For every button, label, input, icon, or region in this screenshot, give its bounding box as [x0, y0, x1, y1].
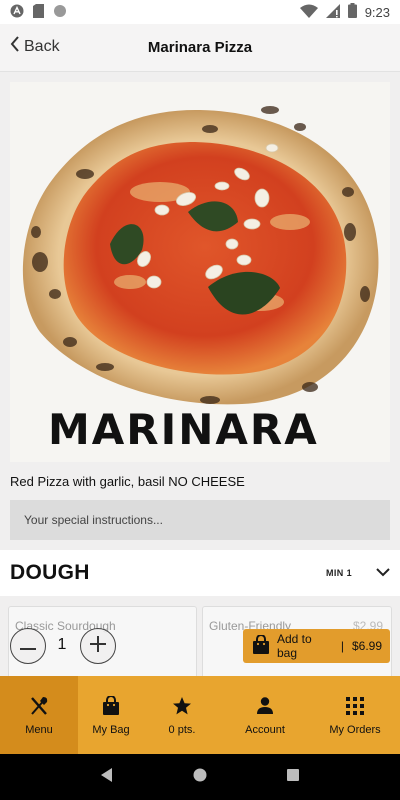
add-to-bag-label: Add to bag: [277, 632, 312, 660]
status-right: 9:23: [299, 3, 390, 21]
minus-icon: [20, 637, 36, 655]
back-label: Back: [24, 37, 60, 55]
min-selection-label: MIN 1: [325, 568, 352, 578]
person-icon: [254, 695, 276, 717]
chevron-left-icon: [10, 36, 20, 57]
fork-knife-icon: [28, 695, 50, 717]
dough-section-header[interactable]: DOUGH MIN 1: [0, 550, 400, 596]
wifi-icon: [299, 4, 318, 21]
system-recents-button[interactable]: [283, 767, 303, 787]
status-time: 9:23: [364, 4, 390, 20]
nav-item-points[interactable]: 0 pts.: [144, 676, 220, 754]
battery-icon: [347, 3, 357, 21]
nav-item-menu[interactable]: Menu: [0, 676, 78, 754]
section-title: DOUGH: [10, 561, 90, 584]
status-bar: 9:23: [0, 0, 400, 24]
special-instructions-input[interactable]: [10, 500, 390, 540]
plus-icon: [90, 635, 106, 657]
page-title: Marinara Pizza: [147, 39, 253, 56]
bag-icon: [251, 633, 271, 658]
chevron-down-icon[interactable]: [376, 564, 390, 582]
system-nav-bar: [0, 754, 400, 800]
triangle-back-icon: [100, 767, 113, 787]
add-to-bag-price: $6.99: [351, 639, 382, 653]
decrease-quantity-button[interactable]: [10, 628, 46, 664]
add-to-bag-button[interactable]: Add to bag | $6.99: [243, 629, 390, 663]
nav-item-my-orders[interactable]: My Orders: [310, 676, 400, 754]
nav-label: My Bag: [92, 723, 130, 736]
add-to-bag-separator: |: [340, 639, 344, 653]
product-image: MARINARA: [10, 82, 390, 462]
nav-item-account[interactable]: Account: [220, 676, 310, 754]
star-icon: [171, 695, 193, 717]
status-left: [10, 3, 67, 21]
app-header: Back Marinara Pizza: [0, 24, 400, 72]
nav-label: Account: [245, 723, 285, 736]
system-back-button[interactable]: [97, 767, 117, 787]
increase-quantity-button[interactable]: [80, 628, 116, 664]
quantity-value: 1: [57, 636, 67, 653]
nav-label: 0 pts.: [168, 723, 196, 736]
no-sim-icon: [325, 3, 340, 21]
app-logo-icon: [10, 4, 24, 21]
nav-item-my-bag[interactable]: My Bag: [78, 676, 144, 754]
bag-icon: [100, 695, 122, 717]
cart-row: 1 Add to bag | $6.99: [0, 628, 400, 668]
bottom-nav: Menu My Bag 0 pts. Account My Orders: [0, 676, 400, 754]
system-home-button[interactable]: [190, 767, 210, 787]
square-recents-icon: [287, 768, 300, 786]
product-description: Red Pizza with garlic, basil NO CHEESE: [10, 474, 245, 489]
back-button[interactable]: Back: [10, 36, 60, 57]
sim-card-icon: [33, 3, 44, 21]
grid-icon: [344, 695, 366, 717]
nav-label: My Orders: [329, 723, 381, 736]
circle-home-icon: [193, 768, 207, 787]
image-caption: MARINARA: [48, 405, 319, 454]
sync-dot-icon: [53, 4, 67, 21]
nav-label: Menu: [25, 723, 53, 736]
